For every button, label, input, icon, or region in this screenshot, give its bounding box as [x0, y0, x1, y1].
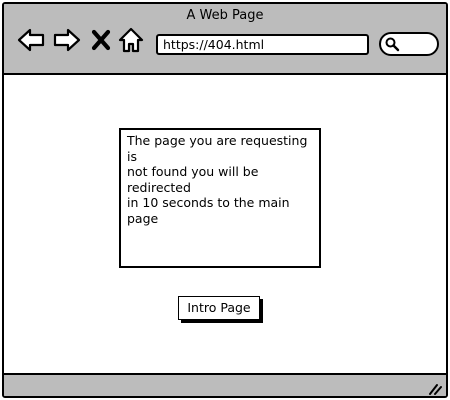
browser-window: A Web Page https://404.html The page you…	[2, 2, 448, 398]
arrow-right-icon	[53, 28, 81, 52]
home-button[interactable]	[117, 25, 145, 55]
back-button[interactable]	[16, 25, 46, 55]
close-icon	[91, 29, 111, 51]
resize-grip-icon[interactable]	[428, 381, 442, 395]
page-content: The page you are requesting is not found…	[4, 75, 446, 373]
forward-button[interactable]	[52, 25, 82, 55]
address-bar[interactable]: https://404.html	[156, 34, 369, 55]
browser-toolbar: A Web Page https://404.html	[4, 4, 446, 75]
window-title: A Web Page	[186, 8, 264, 23]
search-icon	[385, 37, 400, 52]
stop-button[interactable]	[90, 25, 112, 55]
redirect-message: The page you are requesting is not found…	[119, 128, 321, 268]
home-icon	[118, 27, 144, 53]
arrow-left-icon	[17, 28, 45, 52]
search-field[interactable]	[379, 32, 439, 56]
status-bar	[4, 373, 446, 396]
intro-page-button[interactable]: Intro Page	[178, 296, 260, 320]
